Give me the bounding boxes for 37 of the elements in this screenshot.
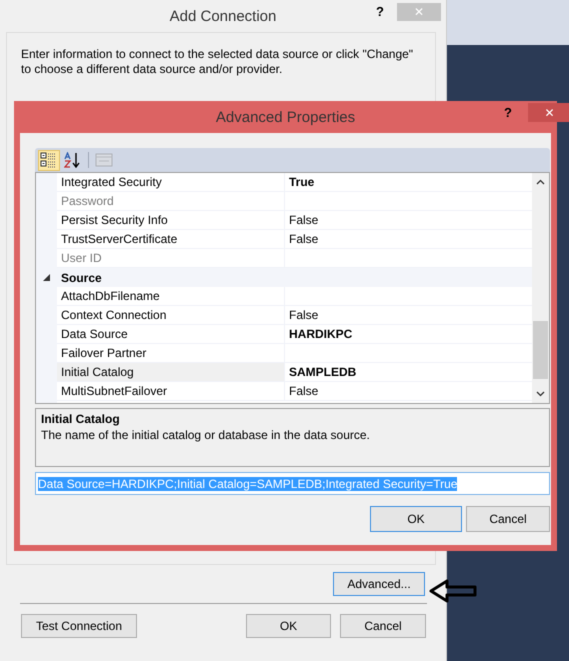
property-value[interactable]: False xyxy=(289,308,318,322)
window-title: Add Connection xyxy=(170,8,276,24)
collapse-icon[interactable] xyxy=(43,274,50,281)
instructions-text: Enter information to connect to the selected data source or click "Change" to choose a different data source and/or provider. xyxy=(21,47,414,77)
arrow-icon xyxy=(428,579,478,603)
categorized-icon[interactable] xyxy=(38,150,60,170)
scroll-up-icon[interactable] xyxy=(536,179,545,185)
property-value[interactable]: False xyxy=(289,213,318,227)
window-title: Advanced Properties xyxy=(216,108,356,126)
scroll-thumb[interactable] xyxy=(533,321,548,379)
property-value[interactable]: SAMPLEDB xyxy=(289,365,356,379)
ok-button[interactable]: OK xyxy=(246,614,331,638)
test-connection-button[interactable]: Test Connection xyxy=(21,614,137,638)
property-name[interactable]: Integrated Security xyxy=(57,173,285,192)
property-value[interactable]: False xyxy=(289,232,318,246)
property-name[interactable]: AttachDbFilename xyxy=(57,287,285,306)
property-name[interactable]: Persist Security Info xyxy=(57,211,285,230)
help-button[interactable]: ? xyxy=(504,105,512,120)
advanced-button[interactable]: Advanced... xyxy=(333,572,425,596)
ok-button[interactable]: OK xyxy=(370,506,462,532)
scrollbar[interactable] xyxy=(532,173,549,403)
property-value[interactable]: HARDIKPC xyxy=(289,327,352,341)
cancel-button[interactable]: Cancel xyxy=(466,506,550,532)
category-name[interactable]: Source xyxy=(57,268,102,287)
property-name[interactable]: Data Source xyxy=(57,325,285,344)
property-value[interactable]: True xyxy=(289,175,314,189)
property-name[interactable]: Context Connection xyxy=(57,306,285,325)
property-name[interactable]: MultiSubnetFailover xyxy=(57,382,285,401)
close-button[interactable]: ✕ xyxy=(528,103,569,122)
scroll-down-icon[interactable] xyxy=(536,391,545,397)
property-name[interactable]: Initial Catalog xyxy=(57,363,285,382)
help-button[interactable]: ? xyxy=(376,4,384,19)
description-text: The name of the initial catalog or database in the data source. xyxy=(41,427,371,443)
property-name[interactable]: TrustServerCertificate xyxy=(57,230,285,249)
property-value[interactable]: False xyxy=(289,384,318,398)
description-title: Initial Catalog xyxy=(41,411,121,427)
cancel-button[interactable]: Cancel xyxy=(340,614,426,638)
